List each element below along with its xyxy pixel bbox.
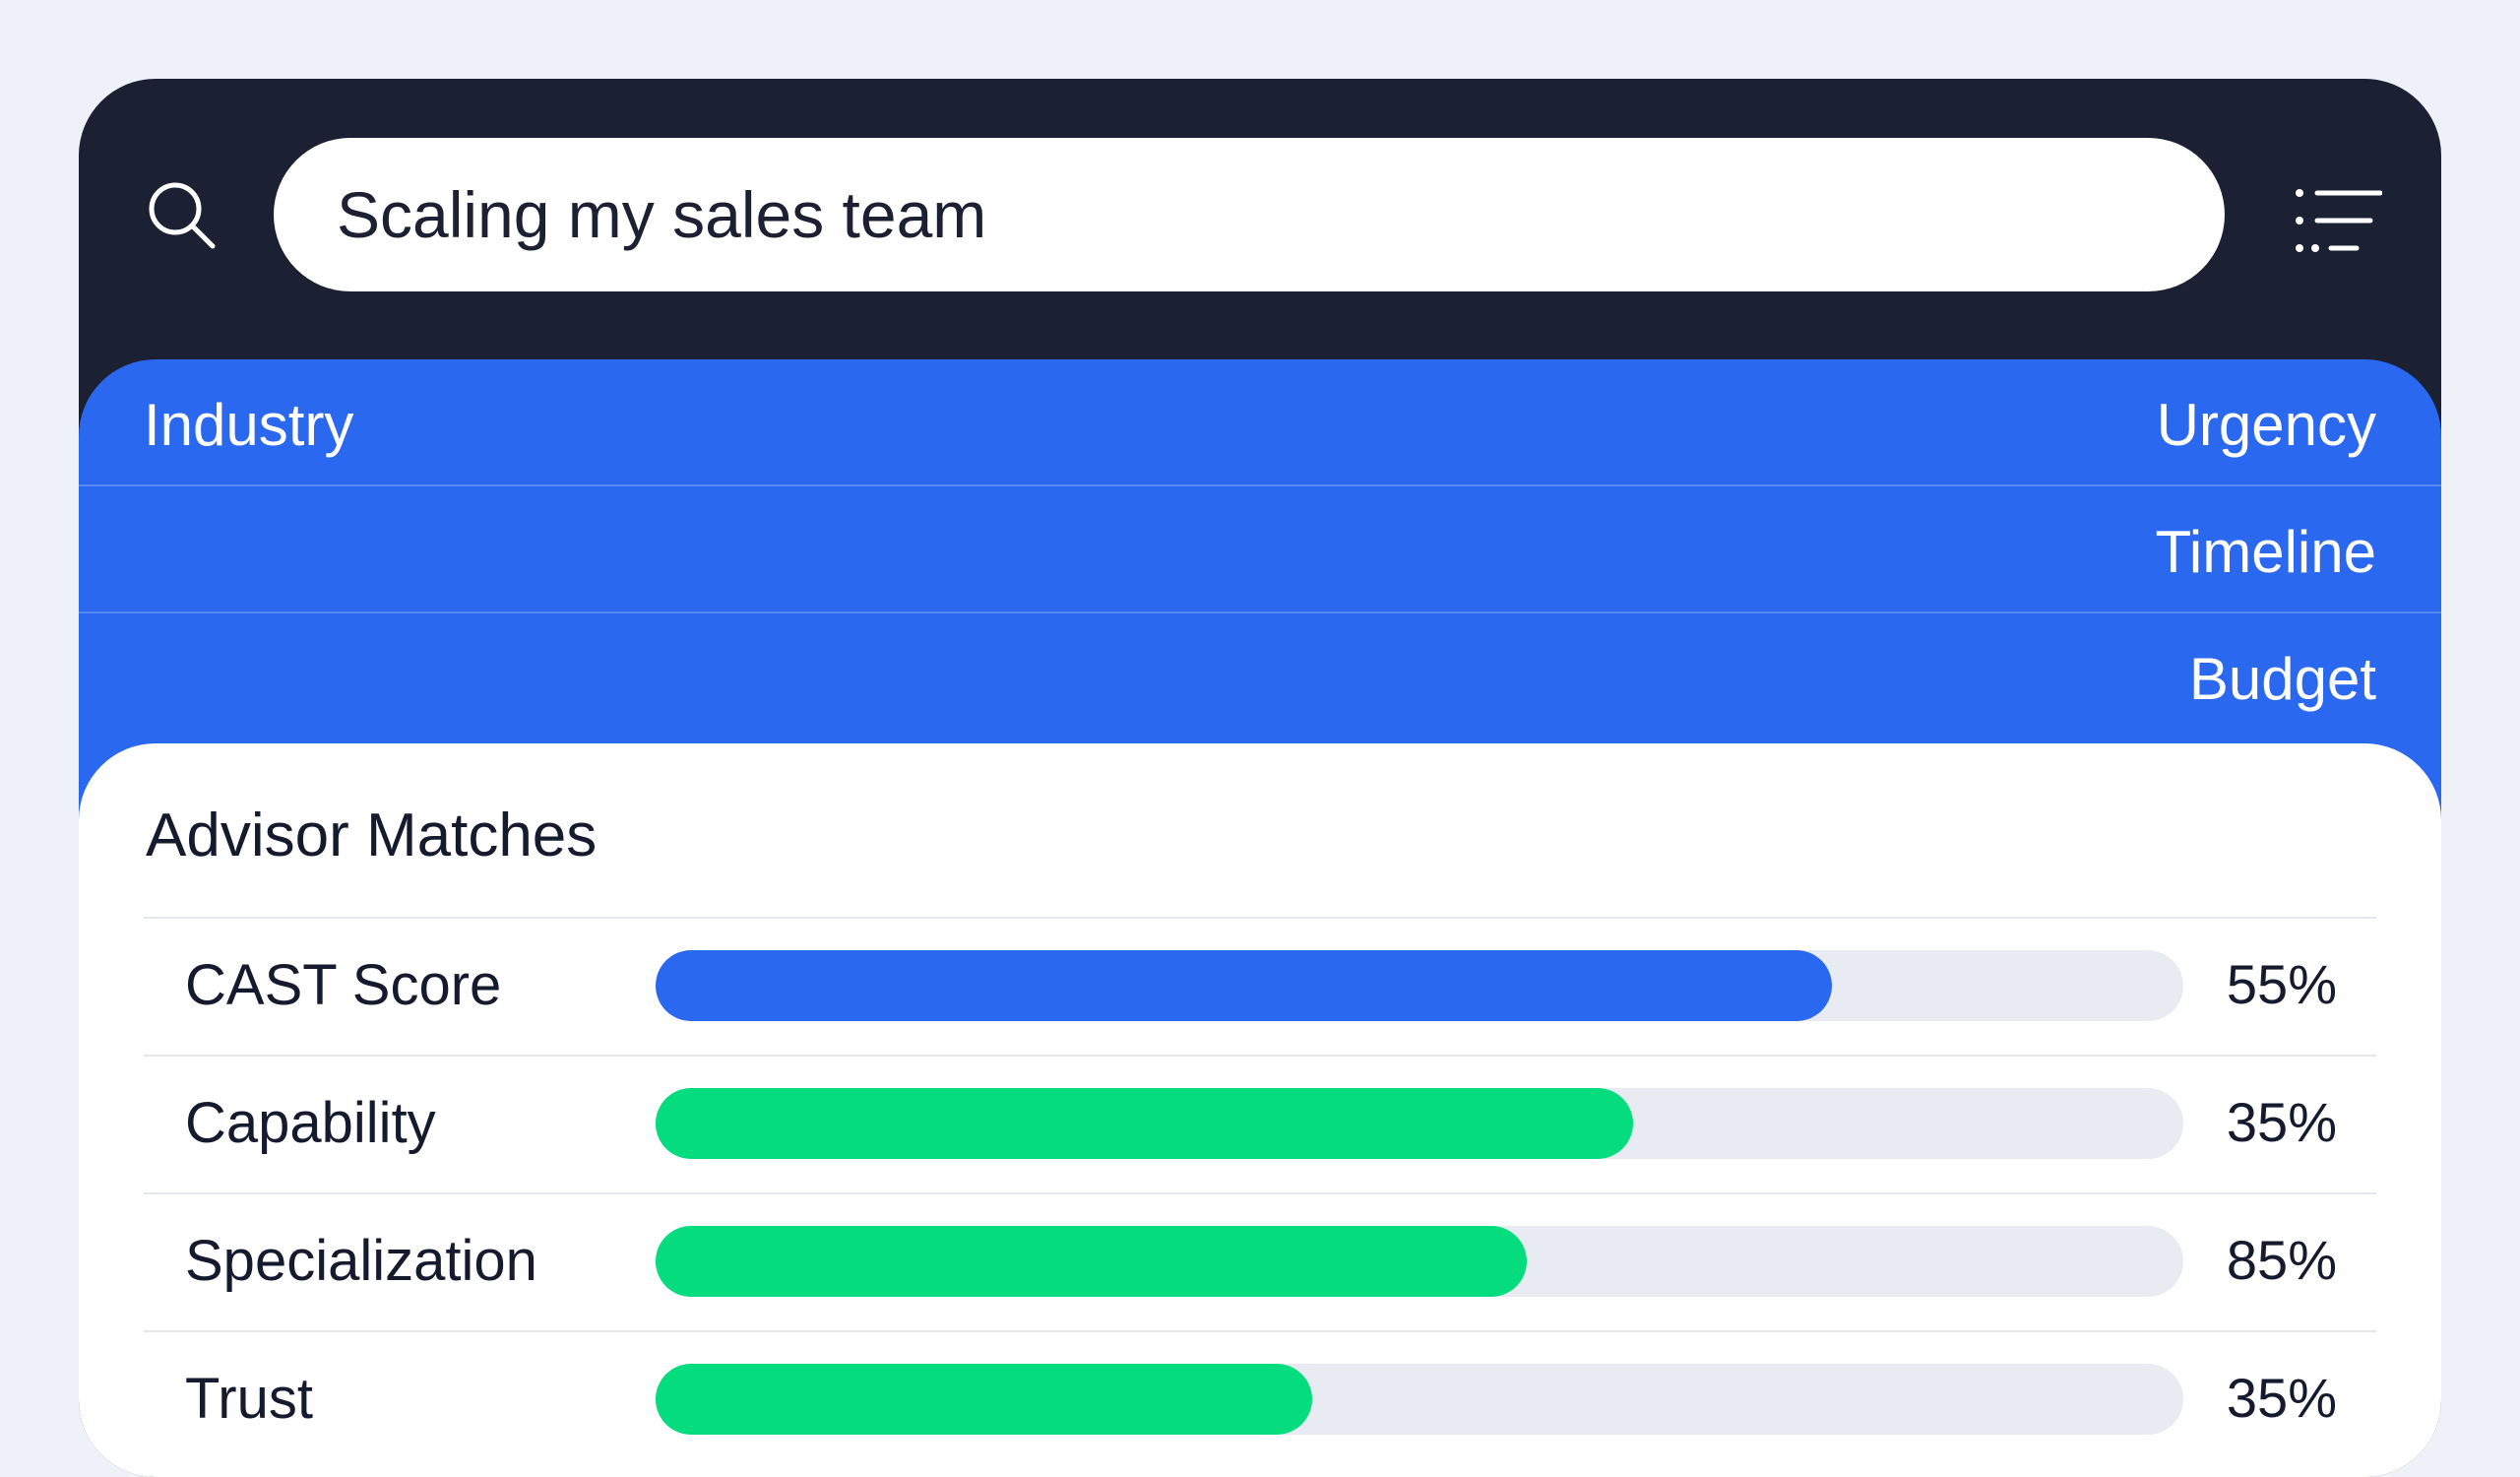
- metric-row: CAST Score 55%: [144, 917, 2376, 1055]
- app-card: Industry Urgency Timeline Budget Advisor…: [79, 79, 2441, 1477]
- filter-row: Timeline: [79, 486, 2441, 613]
- metric-label: Trust: [185, 1367, 313, 1431]
- filter-urgency[interactable]: Urgency: [2157, 391, 2376, 459]
- filter-timeline[interactable]: Timeline: [2155, 518, 2376, 586]
- metric-percent: 35%: [2226, 1367, 2337, 1429]
- filter-row: Industry Urgency: [79, 359, 2441, 486]
- filter-row: Budget: [79, 613, 2441, 740]
- progress-track: [656, 1088, 2183, 1159]
- progress-fill: [656, 950, 1833, 1021]
- filter-budget[interactable]: Budget: [2189, 645, 2376, 713]
- progress-fill: [656, 1226, 1527, 1297]
- search-bar: [79, 79, 2441, 359]
- filter-industry[interactable]: Industry: [144, 391, 353, 459]
- metric-percent: 35%: [2226, 1091, 2337, 1153]
- metric-row: Specialization 85%: [144, 1192, 2376, 1330]
- metric-percent: 55%: [2226, 953, 2337, 1015]
- metric-label: CAST Score: [185, 953, 502, 1017]
- progress-fill: [656, 1364, 1313, 1435]
- progress-track: [656, 1226, 2183, 1297]
- advisor-matches-panel: Advisor Matches CAST Score 55% Capabilit…: [79, 743, 2441, 1477]
- metric-label: Capability: [185, 1091, 436, 1155]
- panel-title: Advisor Matches: [146, 802, 598, 869]
- filter-menu-icon[interactable]: [2294, 185, 2382, 270]
- search-input[interactable]: [274, 138, 2225, 291]
- progress-fill: [656, 1088, 1634, 1159]
- progress-track: [656, 950, 2183, 1021]
- progress-track: [656, 1364, 2183, 1435]
- metric-row: Capability 35%: [144, 1055, 2376, 1192]
- search-icon[interactable]: [144, 177, 219, 252]
- metric-row: Trust 35%: [144, 1330, 2376, 1468]
- metric-label: Specialization: [185, 1229, 537, 1293]
- metric-percent: 85%: [2226, 1229, 2337, 1291]
